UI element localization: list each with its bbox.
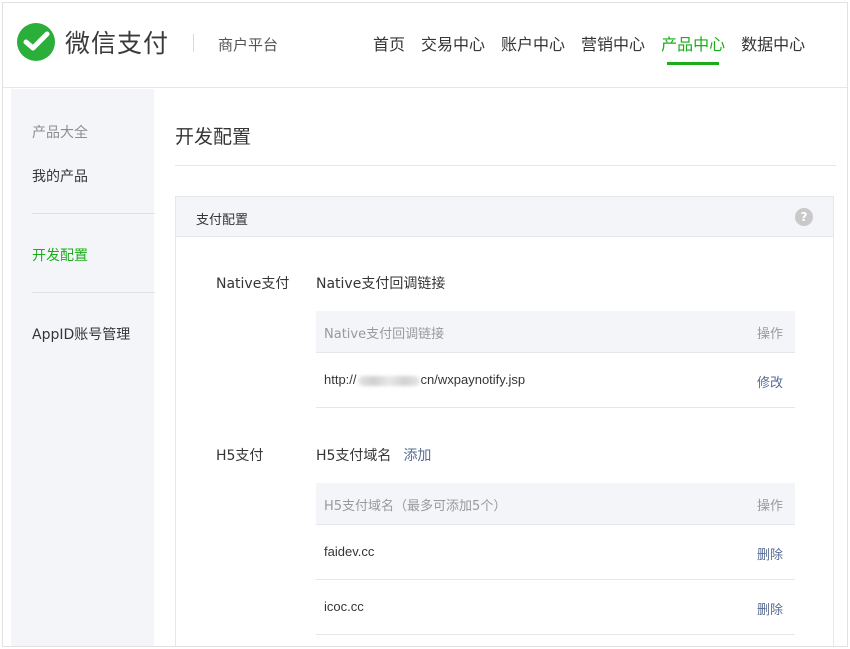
callback-url-prefix: http:// [324,372,357,387]
nav-item-marketing[interactable]: 营销中心 [581,31,645,65]
sidebar-item-all-products: 产品大全 [32,125,88,141]
domain-value: icoc.cc [324,599,364,614]
domain-value: faidev.cc [324,544,375,559]
sidebar-divider [32,292,155,293]
native-callback-name: Native支付回调链接 [316,276,446,292]
question-circle-icon[interactable]: ? [795,208,813,226]
sidebar-item-appid-management[interactable]: AppID账号管理 [32,324,130,344]
sidebar-divider [32,213,155,214]
column-header-url: Native支付回调链接 [324,327,445,342]
nav-item-products[interactable]: 产品中心 [661,31,725,65]
app-window: 微信支付 商户平台 首页 交易中心 账户中心 营销中心 产品中心 数据中心 产品… [2,2,848,647]
column-header-domain: H5支付域名（最多可添加5个） [324,499,507,514]
panel-header: 支付配置 ? [176,197,833,237]
table-row: http:// cn/wxpaynotify.jsp 修改 [316,353,795,408]
nav-item-account[interactable]: 账户中心 [501,31,565,65]
h5-domain-table: H5支付域名（最多可添加5个） 操作 faidev.cc 删除 icoc.cc … [316,483,795,635]
delete-link[interactable]: 删除 [757,599,783,618]
main-content: 开发配置 支付配置 ? Native支付 Native支付回调链接 Native… [155,89,847,646]
column-header-action: 操作 [756,327,783,342]
native-pay-label: Native支付 [216,276,290,292]
nav-item-transactions[interactable]: 交易中心 [421,31,485,65]
h5-pay-label: H5支付 [216,448,264,464]
sidebar: 产品大全 我的产品 开发配置 AppID账号管理 [11,89,155,646]
panel-title: 支付配置 [196,213,249,228]
sidebar-item-dev-config[interactable]: 开发配置 [32,245,88,265]
page-title: 开发配置 [175,126,252,148]
native-callback-table: Native支付回调链接 操作 http:// cn/wxpaynotify.js… [316,311,795,408]
payment-config-panel: 支付配置 ? Native支付 Native支付回调链接 Native支付回调链… [175,196,834,646]
brand-name: 微信支付 [65,29,170,58]
header-divider [193,34,194,52]
redacted-domain [357,375,420,386]
table-row: icoc.cc 删除 [316,580,795,635]
h5-domain-name: H5支付域名 [316,448,392,464]
title-divider [175,165,836,166]
h5-domain-title: H5支付域名 添加 [316,445,431,465]
column-header-action: 操作 [756,499,783,514]
table-header: Native支付回调链接 操作 [316,311,795,353]
callback-url-suffix: cn/wxpaynotify.jsp [420,372,526,387]
table-header: H5支付域名（最多可添加5个） 操作 [316,483,795,525]
top-nav: 首页 交易中心 账户中心 营销中心 产品中心 数据中心 [365,31,813,65]
sub-platform-label: 商户平台 [218,36,279,54]
nav-item-data[interactable]: 数据中心 [741,31,805,65]
wechat-pay-check-icon [17,23,55,61]
delete-link[interactable]: 删除 [757,544,783,563]
table-row: faidev.cc 删除 [316,525,795,580]
nav-item-home[interactable]: 首页 [373,31,405,65]
add-domain-link[interactable]: 添加 [403,448,431,464]
top-header: 微信支付 商户平台 首页 交易中心 账户中心 营销中心 产品中心 数据中心 [3,3,847,88]
sidebar-item-my-products[interactable]: 我的产品 [32,166,88,186]
callback-url: http:// cn/wxpaynotify.jsp [324,372,525,387]
edit-link[interactable]: 修改 [757,372,783,391]
wechat-pay-logo[interactable]: 微信支付 [17,23,169,61]
native-callback-title: Native支付回调链接 [316,273,445,293]
